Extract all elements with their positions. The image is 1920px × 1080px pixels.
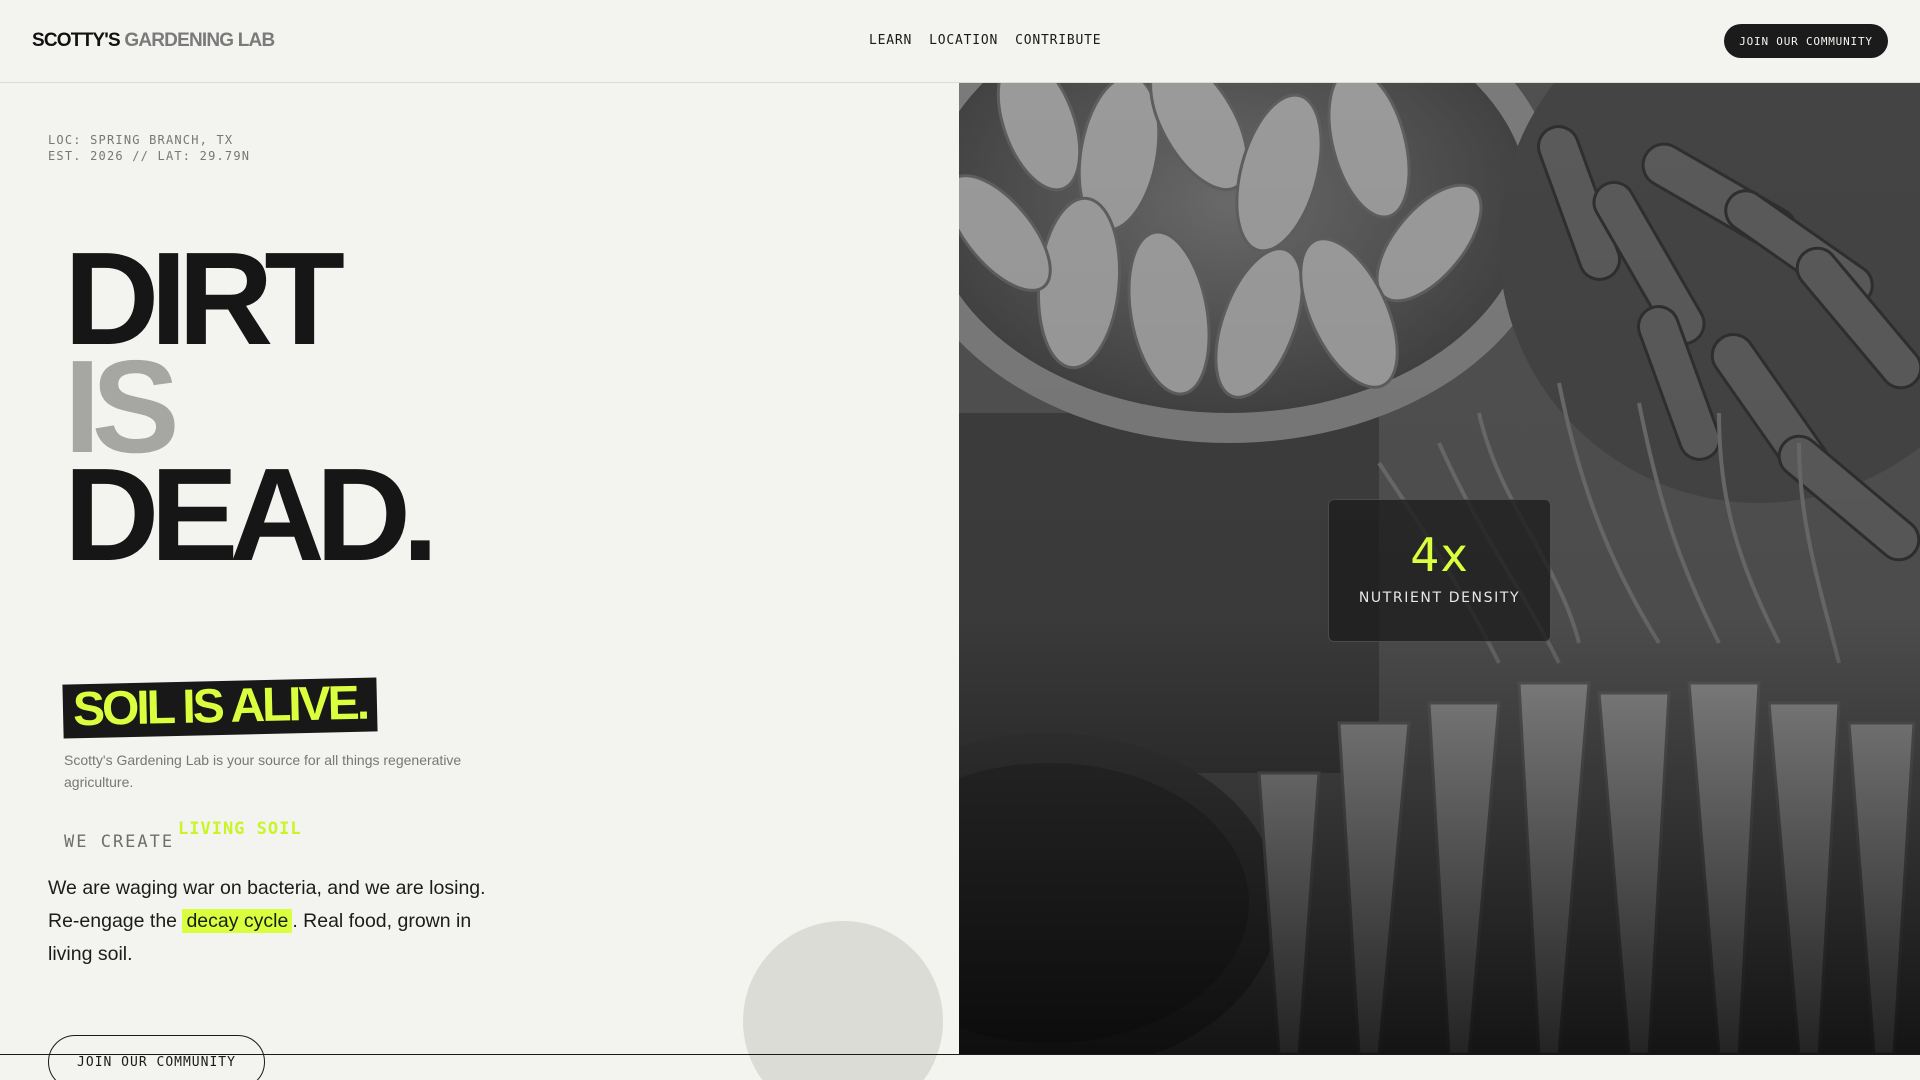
vegetable-photo: 4x NUTRIENT DENSITY bbox=[959, 83, 1920, 1054]
body-line-1: We are waging war on bacteria, and we ar… bbox=[48, 877, 486, 899]
brand-name-secondary: GARDENING LAB bbox=[119, 30, 275, 51]
join-community-button[interactable]: JOIN OUR COMMUNITY bbox=[48, 1035, 265, 1080]
body-prefix: Re-engage the bbox=[48, 910, 183, 932]
create-label: WE CREATE bbox=[64, 832, 175, 852]
body-copy: We are waging war on bacteria, and we ar… bbox=[48, 872, 508, 971]
nav-contribute[interactable]: CONTRIBUTE bbox=[1015, 33, 1101, 48]
hero-left: LOC: SPRING BRANCH, TX EST. 2026 // LAT:… bbox=[0, 83, 959, 1080]
nutrient-stat-card: 4x NUTRIENT DENSITY bbox=[1328, 499, 1551, 642]
location-meta: LOC: SPRING BRANCH, TX EST. 2026 // LAT:… bbox=[48, 132, 250, 164]
stat-value: 4x bbox=[1410, 528, 1469, 582]
create-accent: LIVING SOIL bbox=[178, 819, 302, 839]
nav-learn[interactable]: LEARN bbox=[869, 33, 912, 48]
hero-headline: DIRT IS DEAD. bbox=[64, 233, 439, 588]
body-line-2: Re-engage the decay cycle. Real food, gr… bbox=[48, 905, 508, 971]
headline-line-3: DEAD. bbox=[64, 441, 439, 588]
brand-logo[interactable]: SCOTTY'S GARDENING LAB bbox=[32, 30, 275, 52]
stat-label: NUTRIENT DENSITY bbox=[1358, 590, 1521, 606]
intro-text: Scotty's Gardening Lab is your source fo… bbox=[64, 752, 462, 790]
location-line: LOC: SPRING BRANCH, TX bbox=[48, 133, 234, 147]
site-header: SCOTTY'S GARDENING LAB LEARN LOCATION CO… bbox=[0, 0, 1920, 83]
nav-location[interactable]: LOCATION bbox=[929, 33, 998, 48]
tagline-badge: SOIL IS ALIVE. bbox=[62, 677, 378, 739]
established-line: EST. 2026 // LAT: 29.79N bbox=[48, 149, 251, 163]
main-nav: LEARN LOCATION CONTRIBUTE bbox=[869, 33, 1101, 48]
decorative-circle bbox=[743, 921, 943, 1080]
decay-cycle-highlight: decay cycle bbox=[182, 909, 293, 933]
header-join-button[interactable]: JOIN OUR COMMUNITY bbox=[1724, 24, 1888, 58]
bottom-divider bbox=[0, 1054, 1920, 1055]
brand-name-primary: SCOTTY'S bbox=[32, 30, 121, 51]
